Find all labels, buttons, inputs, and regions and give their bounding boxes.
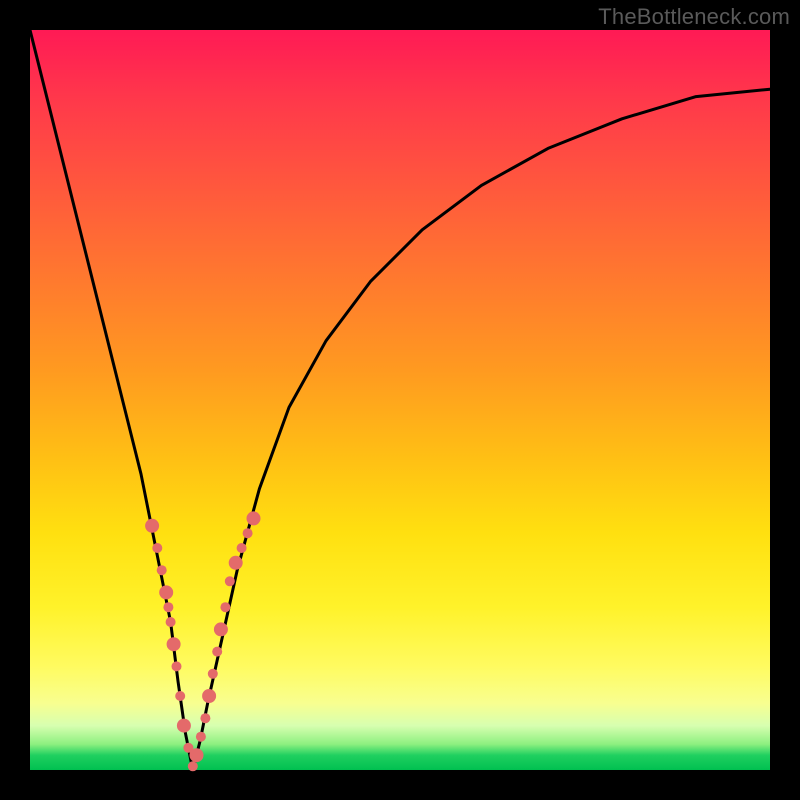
data-point (247, 511, 261, 525)
data-point (190, 748, 204, 762)
data-point (159, 585, 173, 599)
data-point (188, 761, 198, 771)
watermark-label: TheBottleneck.com (598, 4, 790, 30)
plot-area (30, 30, 770, 770)
data-point (166, 617, 176, 627)
data-point (202, 689, 216, 703)
data-point (208, 669, 218, 679)
data-point (152, 543, 162, 553)
data-point (172, 661, 182, 671)
marker-group (145, 511, 260, 771)
bottleneck-curve (30, 30, 770, 770)
data-point (145, 519, 159, 533)
data-point (225, 576, 235, 586)
chart-frame: TheBottleneck.com (0, 0, 800, 800)
data-point (214, 622, 228, 636)
data-point (220, 602, 230, 612)
data-point (175, 691, 185, 701)
data-point (167, 637, 181, 651)
data-point (229, 556, 243, 570)
data-point (163, 602, 173, 612)
data-point (200, 713, 210, 723)
data-point (243, 528, 253, 538)
data-point (212, 647, 222, 657)
data-point (196, 732, 206, 742)
data-point (237, 543, 247, 553)
data-point (157, 565, 167, 575)
chart-svg (30, 30, 770, 770)
data-point (177, 719, 191, 733)
